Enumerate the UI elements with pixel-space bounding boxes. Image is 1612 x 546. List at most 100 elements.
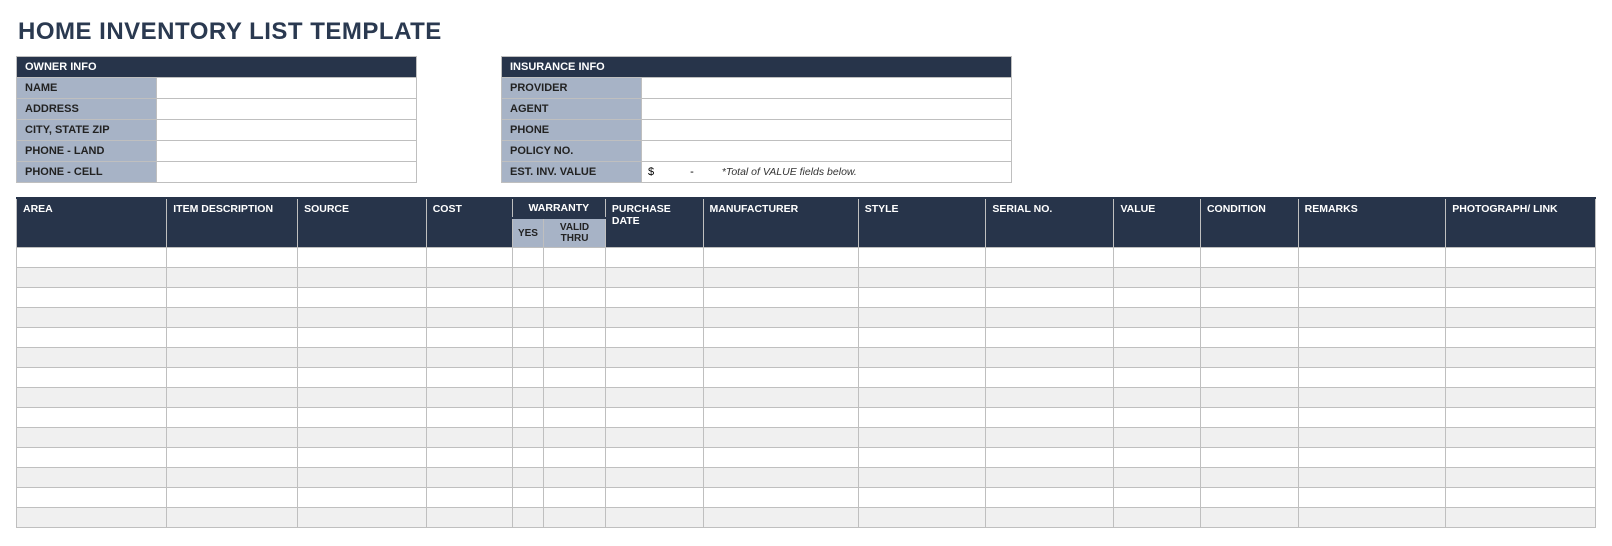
table-cell[interactable] [1114,428,1201,448]
insurance-provider-value[interactable] [642,78,1012,99]
table-cell[interactable] [544,368,606,388]
table-cell[interactable] [703,288,858,308]
table-cell[interactable] [1200,408,1298,428]
table-cell[interactable] [167,388,298,408]
table-cell[interactable] [1114,488,1201,508]
table-cell[interactable] [1446,488,1596,508]
table-cell[interactable] [605,488,703,508]
table-cell[interactable] [17,328,167,348]
table-cell[interactable] [17,428,167,448]
table-cell[interactable] [1446,388,1596,408]
table-cell[interactable] [167,248,298,268]
table-cell[interactable] [1200,448,1298,468]
table-cell[interactable] [858,328,986,348]
table-cell[interactable] [512,448,543,468]
table-cell[interactable] [512,368,543,388]
table-cell[interactable] [298,268,427,288]
table-cell[interactable] [605,248,703,268]
table-cell[interactable] [167,288,298,308]
table-cell[interactable] [426,348,512,368]
table-cell[interactable] [1298,308,1446,328]
table-cell[interactable] [858,288,986,308]
insurance-agent-value[interactable] [642,99,1012,120]
table-cell[interactable] [17,388,167,408]
table-cell[interactable] [512,248,543,268]
table-cell[interactable] [544,408,606,428]
table-cell[interactable] [858,408,986,428]
table-cell[interactable] [1298,408,1446,428]
table-cell[interactable] [986,428,1114,448]
table-cell[interactable] [17,408,167,428]
table-cell[interactable] [986,408,1114,428]
table-cell[interactable] [512,288,543,308]
table-cell[interactable] [858,448,986,468]
table-cell[interactable] [1298,488,1446,508]
table-cell[interactable] [1114,268,1201,288]
table-cell[interactable] [426,428,512,448]
owner-address-value[interactable] [157,99,417,120]
table-cell[interactable] [1200,468,1298,488]
table-cell[interactable] [703,348,858,368]
table-cell[interactable] [1298,248,1446,268]
table-cell[interactable] [544,248,606,268]
table-cell[interactable] [167,328,298,348]
table-cell[interactable] [1446,428,1596,448]
table-cell[interactable] [298,388,427,408]
table-cell[interactable] [544,308,606,328]
table-cell[interactable] [512,328,543,348]
table-cell[interactable] [1200,248,1298,268]
owner-city-value[interactable] [157,120,417,141]
table-cell[interactable] [605,428,703,448]
table-cell[interactable] [605,408,703,428]
table-cell[interactable] [426,408,512,428]
table-cell[interactable] [986,328,1114,348]
table-cell[interactable] [298,488,427,508]
table-cell[interactable] [167,408,298,428]
table-cell[interactable] [167,468,298,488]
table-cell[interactable] [167,308,298,328]
table-cell[interactable] [544,428,606,448]
table-cell[interactable] [1114,288,1201,308]
table-cell[interactable] [1446,248,1596,268]
table-cell[interactable] [167,488,298,508]
table-cell[interactable] [512,388,543,408]
table-cell[interactable] [605,288,703,308]
table-cell[interactable] [1114,328,1201,348]
table-cell[interactable] [1446,288,1596,308]
table-cell[interactable] [858,428,986,448]
table-cell[interactable] [605,268,703,288]
table-cell[interactable] [1114,308,1201,328]
table-cell[interactable] [426,448,512,468]
table-cell[interactable] [544,448,606,468]
table-cell[interactable] [1200,368,1298,388]
table-cell[interactable] [1200,428,1298,448]
table-cell[interactable] [703,308,858,328]
table-cell[interactable] [986,348,1114,368]
table-cell[interactable] [426,308,512,328]
table-cell[interactable] [426,388,512,408]
table-cell[interactable] [703,468,858,488]
table-cell[interactable] [1298,428,1446,448]
table-cell[interactable] [986,248,1114,268]
table-cell[interactable] [426,368,512,388]
table-cell[interactable] [1114,388,1201,408]
table-cell[interactable] [298,468,427,488]
table-cell[interactable] [1298,368,1446,388]
table-cell[interactable] [1200,308,1298,328]
table-cell[interactable] [298,448,427,468]
table-cell[interactable] [1446,468,1596,488]
table-cell[interactable] [858,248,986,268]
table-cell[interactable] [298,288,427,308]
table-cell[interactable] [17,288,167,308]
table-cell[interactable] [1200,268,1298,288]
owner-phone-land-value[interactable] [157,141,417,162]
table-cell[interactable] [426,328,512,348]
table-cell[interactable] [426,288,512,308]
table-cell[interactable] [512,408,543,428]
table-cell[interactable] [17,488,167,508]
table-cell[interactable] [1298,328,1446,348]
table-cell[interactable] [544,348,606,368]
table-cell[interactable] [298,308,427,328]
table-cell[interactable] [1114,408,1201,428]
table-cell[interactable] [512,468,543,488]
